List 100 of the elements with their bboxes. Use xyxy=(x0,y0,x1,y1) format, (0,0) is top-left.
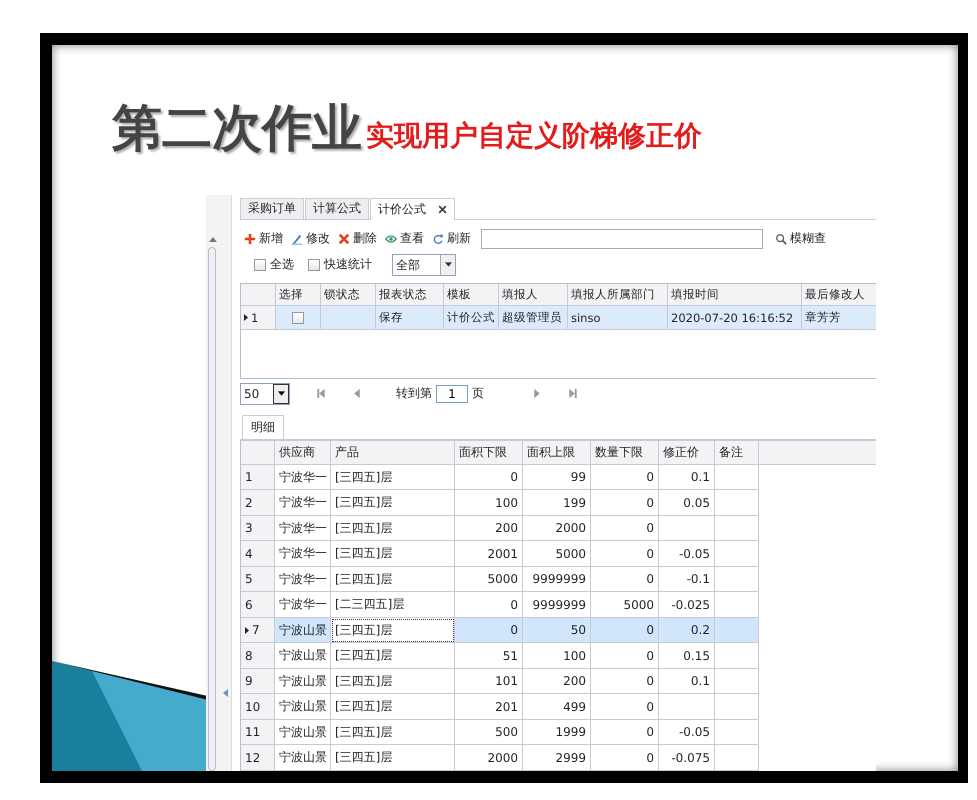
table-cell: 超级管理员 xyxy=(499,306,568,330)
row-number: 1 xyxy=(241,306,276,330)
table-cell: 0 xyxy=(591,694,659,720)
table-row[interactable]: 1 宁波华一 [三四五]层 0 99 0 0.1 xyxy=(241,464,876,490)
table-cell: 0 xyxy=(455,464,523,490)
table-cell xyxy=(715,618,759,644)
view-button[interactable]: 查看 xyxy=(381,230,428,248)
table-cell: 宁波华一 xyxy=(275,566,331,592)
table-cell: 2999 xyxy=(523,745,591,771)
scroll-left-icon[interactable] xyxy=(223,689,228,697)
page-input[interactable]: 1 xyxy=(436,384,468,403)
table-cell: 5000 xyxy=(523,541,591,567)
table-row[interactable]: 3 宁波华一 [三四五]层 200 2000 0 xyxy=(241,516,876,542)
row-number: 12 xyxy=(241,745,275,771)
table-cell xyxy=(659,516,715,542)
page-size-dropdown[interactable]: 50 xyxy=(240,382,290,405)
checkbox-option[interactable]: 快速统计 xyxy=(308,256,372,274)
plus-icon xyxy=(244,232,256,245)
checkbox[interactable] xyxy=(292,312,304,324)
table-cell: 0 xyxy=(591,720,659,746)
table-row[interactable]: 12 宁波山景 [三四五]层 2000 2999 0 -0.075 xyxy=(241,745,876,771)
row-number: 11 xyxy=(241,720,275,746)
table-cell: 2000 xyxy=(523,516,591,542)
column-header[interactable]: 供应商 xyxy=(275,440,331,465)
column-header[interactable]: 数量下限 xyxy=(591,440,659,465)
magnifier-icon xyxy=(775,232,787,245)
table-cell: 计价公式 xyxy=(444,306,499,330)
row-number: 5 xyxy=(241,566,275,592)
next-page-icon[interactable] xyxy=(532,388,542,400)
table-cell: 99 xyxy=(523,464,591,490)
fuzzy-search-button[interactable]: 模糊查 xyxy=(771,230,830,248)
dropdown-icon xyxy=(278,391,284,396)
table-cell: 0 xyxy=(591,745,659,771)
table-cell: 0.1 xyxy=(659,668,715,694)
delete-button[interactable]: 删除 xyxy=(334,230,381,248)
table-row[interactable]: 8 宁波山景 [三四五]层 51 100 0 0.15 xyxy=(241,643,876,669)
table-cell: 章芳芳 xyxy=(802,306,876,330)
table-cell: 宁波华一 xyxy=(275,464,331,490)
table-row[interactable]: 1 保存 计价公式 超级管理员 sinso 2020-07-20 16:16:52 章芳芳 xyxy=(241,306,876,330)
table-cell: 200 xyxy=(523,668,591,694)
table-cell xyxy=(715,541,759,567)
table-row[interactable]: 7 宁波山景 [三四五]层 0 50 0 0.2 xyxy=(241,618,876,644)
table-row[interactable]: 10 宁波山景 [三四五]层 201 499 0 xyxy=(241,694,876,720)
refresh-button[interactable]: 刷新 xyxy=(428,230,475,248)
table-cell: [三四五]层 xyxy=(331,745,455,771)
checkbox[interactable] xyxy=(308,258,320,271)
column-header[interactable]: 修正价 xyxy=(659,440,715,465)
table-cell: 2020-07-20 16:16:52 xyxy=(668,306,802,330)
add-button[interactable]: 新增 xyxy=(240,230,287,248)
table-cell: 499 xyxy=(523,694,591,720)
pencil-icon xyxy=(291,232,303,245)
last-page-icon[interactable] xyxy=(568,388,578,400)
edit-button[interactable]: 修改 xyxy=(287,230,334,248)
row-number: 9 xyxy=(241,668,275,694)
table-row[interactable]: 9 宁波山景 [三四五]层 101 200 0 0.1 xyxy=(241,668,876,694)
table-cell xyxy=(715,490,759,516)
goto-label: 转到第 xyxy=(396,385,432,402)
scrollbar[interactable] xyxy=(208,247,216,771)
first-page-icon[interactable] xyxy=(316,388,326,400)
table-row[interactable]: 2 宁波华一 [三四五]层 100 199 0 0.05 xyxy=(241,490,876,516)
column-header[interactable]: 备注 xyxy=(715,440,759,465)
table-cell: 0 xyxy=(591,541,659,567)
table-cell: [三四五]层 xyxy=(331,618,455,644)
previous-page-icon[interactable] xyxy=(352,388,362,400)
table-row[interactable]: 11 宁波山景 [三四五]层 500 1999 0 -0.05 xyxy=(241,720,876,746)
table-cell: 0 xyxy=(591,516,659,542)
slide-title: 第二次作业 xyxy=(112,103,362,153)
refresh-icon xyxy=(432,232,444,245)
column-header[interactable]: 面积上限 xyxy=(523,440,591,465)
search-field[interactable] xyxy=(481,228,763,249)
table-cell: 宁波山景 xyxy=(275,618,331,644)
table-cell xyxy=(715,566,759,592)
table-cell: 0 xyxy=(591,618,659,644)
table-cell xyxy=(659,694,715,720)
table-row[interactable]: 5 宁波华一 [三四五]层 5000 9999999 0 -0.1 xyxy=(241,566,876,592)
scroll-up-icon[interactable] xyxy=(209,237,217,242)
table-cell: 50 xyxy=(523,618,591,644)
slide-subtitle: 实现用户自定义阶梯修正价 xyxy=(366,122,702,150)
filter-dropdown[interactable]: 全部 xyxy=(392,254,456,276)
checkbox[interactable] xyxy=(254,258,266,271)
table-cell: 100 xyxy=(523,643,591,669)
table-cell: 0.2 xyxy=(659,618,715,644)
tab[interactable]: 采购订单 xyxy=(240,198,304,219)
row-number: 2 xyxy=(241,490,275,516)
tab[interactable]: 计算公式 xyxy=(305,198,369,219)
table-cell: 0.1 xyxy=(659,464,715,490)
table-cell: -0.05 xyxy=(659,720,715,746)
table-cell: -0.075 xyxy=(659,745,715,771)
table-cell: 宁波山景 xyxy=(275,745,331,771)
column-header[interactable]: 面积下限 xyxy=(455,440,523,465)
table-cell: [三四五]层 xyxy=(331,516,455,542)
table-row[interactable]: 4 宁波华一 [三四五]层 2001 5000 0 -0.05 xyxy=(241,541,876,567)
table-cell: 宁波山景 xyxy=(275,668,331,694)
table-cell: 宁波山景 xyxy=(275,643,331,669)
column-header[interactable]: 产品 xyxy=(331,440,455,465)
tab[interactable]: 明细 xyxy=(242,414,284,439)
tab[interactable]: 计价公式 xyxy=(370,198,455,220)
close-icon[interactable] xyxy=(438,204,447,214)
table-cell xyxy=(715,643,759,669)
checkbox-option[interactable]: 全选 xyxy=(254,256,294,274)
